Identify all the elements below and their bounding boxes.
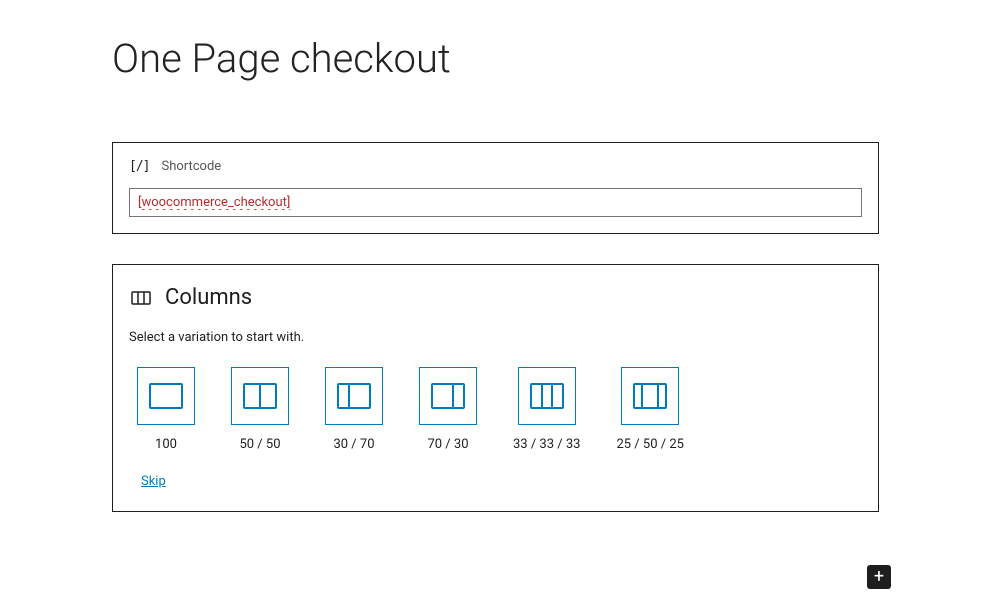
variation-33-33-33[interactable]: 33 / 33 / 33 <box>513 367 580 452</box>
variation-label: 33 / 33 / 33 <box>513 437 580 452</box>
columns-block-header: Columns <box>129 285 862 310</box>
page-title[interactable]: One Page checkout <box>112 35 879 82</box>
variation-label: 30 / 70 <box>333 437 374 452</box>
variation-25-50-25[interactable]: 25 / 50 / 25 <box>616 367 683 452</box>
variation-100[interactable]: 100 <box>137 367 195 452</box>
variation-label: 50 / 50 <box>239 437 280 452</box>
variation-30-70[interactable]: 30 / 70 <box>325 367 383 452</box>
variation-50-50[interactable]: 50 / 50 <box>231 367 289 452</box>
shortcode-input[interactable] <box>129 188 862 217</box>
variation-label: 25 / 50 / 25 <box>616 437 683 452</box>
add-block-button[interactable]: + <box>867 565 891 589</box>
columns-title: Columns <box>165 285 252 310</box>
skip-link[interactable]: Skip <box>129 474 166 489</box>
plus-icon: + <box>874 568 884 586</box>
columns-block: Columns Select a variation to start with… <box>112 264 879 512</box>
variation-label: 70 / 30 <box>427 437 468 452</box>
shortcode-icon: [/] <box>129 159 149 174</box>
column-variations: 100 50 / 50 30 / 70 70 / 30 <box>129 367 862 452</box>
columns-icon <box>129 286 153 310</box>
variation-70-30[interactable]: 70 / 30 <box>419 367 477 452</box>
columns-description: Select a variation to start with. <box>129 330 862 345</box>
variation-label: 100 <box>155 437 177 452</box>
shortcode-block: [/] Shortcode <box>112 142 879 234</box>
shortcode-block-header: [/] Shortcode <box>129 159 862 174</box>
shortcode-label: Shortcode <box>161 159 221 174</box>
